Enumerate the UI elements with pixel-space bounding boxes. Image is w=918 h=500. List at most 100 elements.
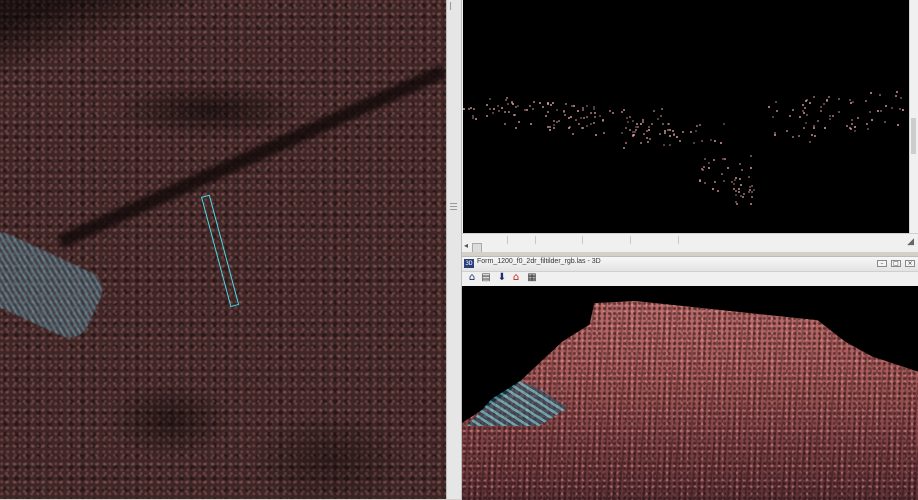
- profile-point: [785, 130, 788, 133]
- profile-point: [899, 107, 902, 110]
- scrollbar-thumb[interactable]: [472, 243, 482, 252]
- profile-point: [735, 194, 738, 197]
- profile-vertical-scrollbar[interactable]: [909, 0, 918, 233]
- profile-point: [749, 202, 752, 205]
- view-3d-canvas[interactable]: [462, 286, 918, 500]
- profile-view-canvas[interactable]: [462, 0, 909, 233]
- profile-point: [802, 112, 805, 114]
- profile-point: [513, 114, 516, 117]
- profile-point: [632, 119, 635, 122]
- view-splitter[interactable]: [446, 0, 462, 499]
- profile-point: [639, 122, 642, 125]
- profile-point: [664, 132, 667, 135]
- scrollbar-thumb[interactable]: [911, 118, 916, 154]
- open-file-icon[interactable]: ▤: [480, 272, 492, 284]
- scrollbar-tick: [582, 236, 583, 244]
- profile-point: [551, 101, 554, 104]
- profile-point: [569, 116, 572, 119]
- profile-point: [801, 104, 804, 107]
- down-arrow-icon[interactable]: ⬇: [496, 272, 508, 284]
- profile-point: [555, 109, 558, 112]
- profile-point: [624, 142, 627, 145]
- profile-point: [868, 110, 871, 113]
- profile-point: [621, 132, 624, 135]
- profile-point: [838, 97, 841, 100]
- profile-point: [553, 119, 556, 122]
- profile-point: [732, 183, 735, 186]
- profile-point: [485, 103, 488, 106]
- profile-point: [690, 131, 693, 134]
- profile-point: [901, 109, 904, 112]
- profile-point: [652, 110, 655, 113]
- profile-point: [711, 188, 714, 191]
- profile-point: [850, 119, 853, 121]
- profile-horizontal-scrollbar[interactable]: ◂ ◢: [462, 233, 918, 252]
- profile-point: [713, 139, 716, 142]
- profile-point: [626, 116, 629, 119]
- profile-point: [612, 111, 615, 114]
- profile-point: [885, 105, 888, 108]
- profile-point: [582, 108, 585, 111]
- profile-point: [648, 137, 651, 140]
- home-icon[interactable]: ⌂: [466, 272, 478, 284]
- profile-point: [851, 101, 854, 104]
- profile-point: [703, 166, 706, 169]
- profile-point: [713, 159, 716, 162]
- profile-point: [552, 127, 555, 130]
- profile-point: [634, 130, 637, 133]
- profile-point: [709, 138, 712, 141]
- profile-point: [707, 161, 710, 164]
- profile-point: [695, 130, 698, 133]
- scroll-left-icon[interactable]: ◂: [464, 241, 468, 250]
- profile-point: [693, 141, 696, 144]
- profile-point: [573, 105, 576, 108]
- profile-point: [472, 108, 475, 111]
- profile-point: [676, 135, 679, 138]
- profile-point: [508, 111, 511, 114]
- splitter-grip[interactable]: [450, 203, 457, 210]
- profile-point: [656, 118, 659, 121]
- profile-point: [738, 191, 741, 194]
- profile-point: [748, 185, 751, 188]
- profile-point: [471, 117, 474, 120]
- profile-point: [623, 146, 626, 149]
- profile-point: [792, 136, 795, 139]
- scrollbar-tick: [678, 236, 679, 244]
- view-3d-titlebar[interactable]: 3D Form_1200_f0_2dr_filtilder_rgb.las - …: [462, 257, 918, 272]
- profile-point: [752, 189, 755, 192]
- profile-point: [775, 100, 778, 103]
- layers-icon[interactable]: ▦: [526, 272, 538, 284]
- scrollbar-tick: [507, 236, 508, 244]
- profile-point: [583, 117, 586, 120]
- profile-point: [574, 119, 577, 122]
- close-button[interactable]: ×: [905, 260, 915, 267]
- profile-point: [883, 120, 886, 123]
- profile-point: [870, 118, 873, 121]
- profile-selection-box[interactable]: [201, 194, 240, 308]
- profile-point: [533, 100, 536, 103]
- minimize-button[interactable]: –: [877, 260, 887, 267]
- profile-point: [647, 140, 649, 143]
- profile-point: [563, 111, 566, 114]
- profile-point: [816, 120, 819, 123]
- maximize-button[interactable]: □: [891, 260, 901, 267]
- profile-point: [733, 187, 736, 190]
- profile-point: [721, 157, 724, 160]
- profile-point: [645, 136, 648, 139]
- profile-point: [798, 134, 801, 137]
- red-home-icon[interactable]: ⌂: [510, 272, 522, 284]
- profile-point: [827, 95, 830, 98]
- profile-point: [900, 97, 903, 100]
- profile-point: [742, 195, 745, 198]
- profile-point: [503, 122, 506, 125]
- top-view-canvas[interactable]: [0, 0, 446, 499]
- profile-point: [602, 119, 605, 122]
- resize-grip-icon[interactable]: ◢: [907, 237, 914, 247]
- profile-point: [735, 190, 738, 193]
- profile-point: [661, 122, 664, 125]
- profile-point: [682, 131, 685, 134]
- profile-point: [735, 202, 738, 205]
- profile-point: [593, 115, 596, 118]
- profile-point: [751, 190, 754, 193]
- profile-point: [496, 104, 499, 107]
